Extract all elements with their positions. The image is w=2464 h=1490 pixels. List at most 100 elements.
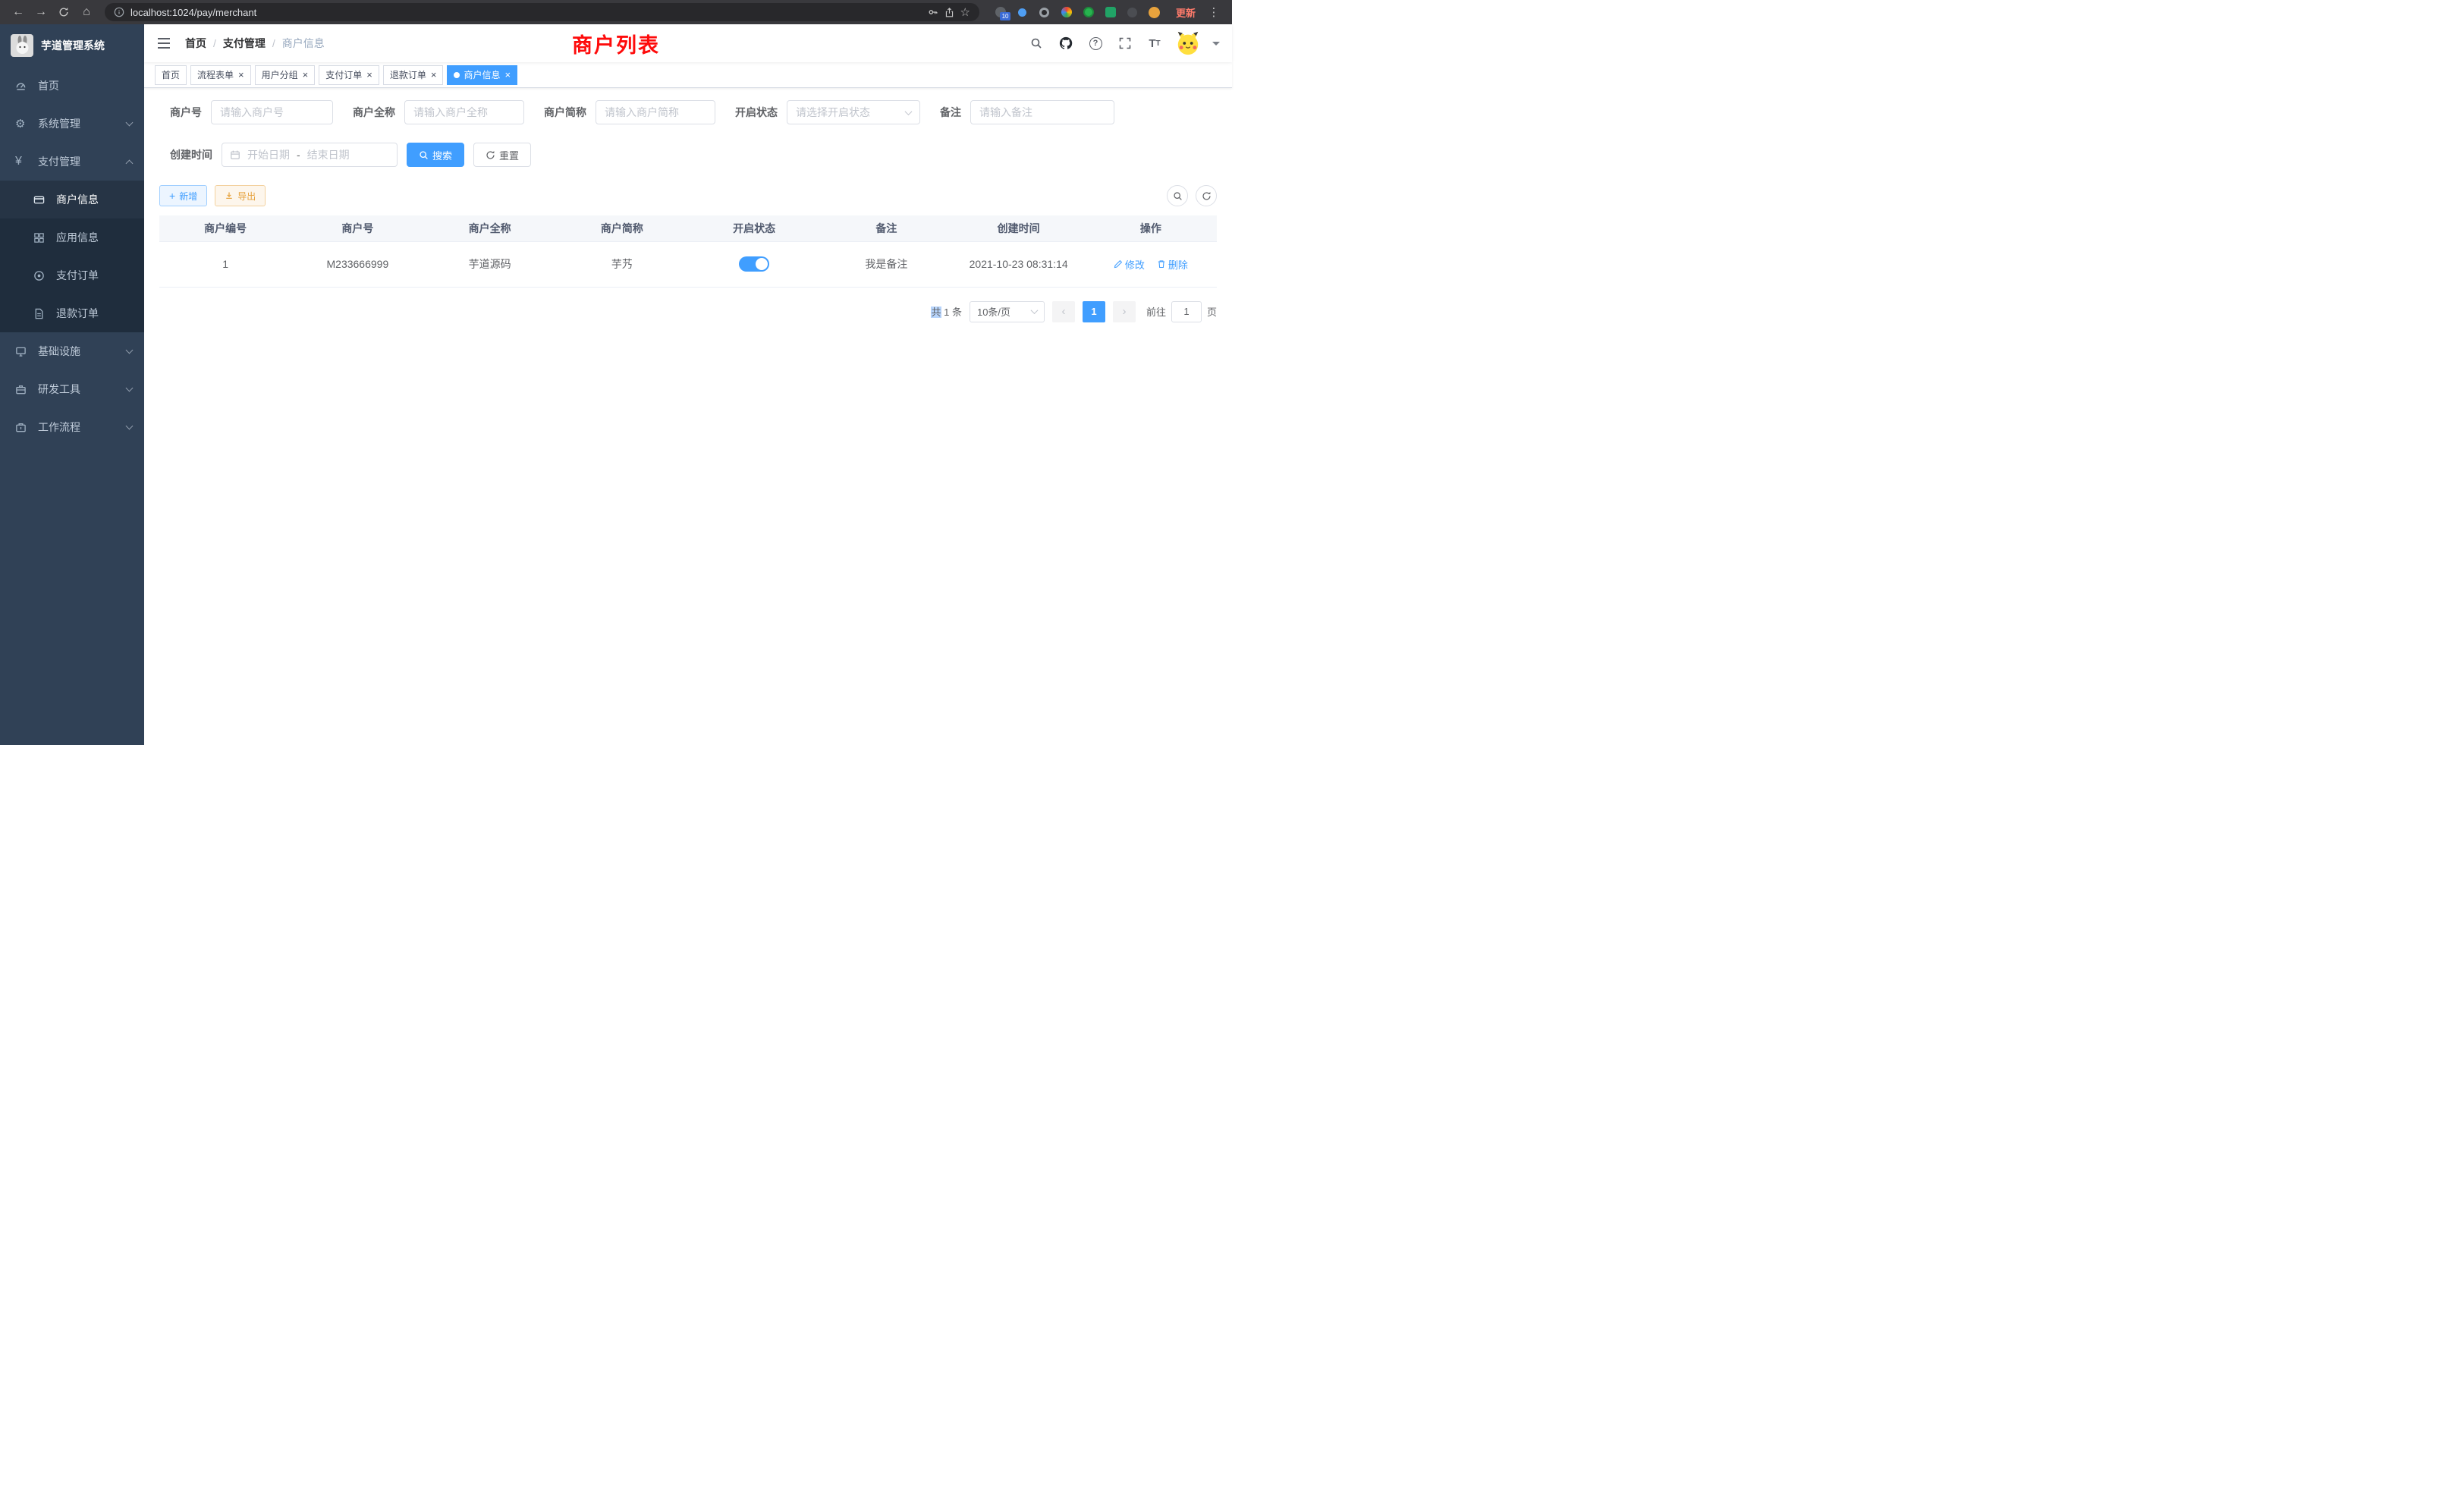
sidebar-item-refund-order[interactable]: 退款订单	[0, 294, 144, 332]
cell-merchant-no: M233666999	[291, 241, 423, 287]
sidebar-item-merchant-info[interactable]: 商户信息	[0, 181, 144, 218]
search-button[interactable]: 搜索	[407, 143, 464, 167]
goto-page-input[interactable]	[1171, 301, 1202, 322]
page-number-button[interactable]: 1	[1083, 301, 1105, 322]
sidebar-item-dev-tools[interactable]: 研发工具	[0, 370, 144, 408]
search-icon[interactable]	[1027, 34, 1045, 52]
home-icon[interactable]: ⌂	[76, 2, 97, 23]
password-key-icon[interactable]	[928, 7, 938, 17]
app-logo[interactable]: 芋道管理系统	[0, 24, 144, 67]
sidebar-item-infrastructure[interactable]: 基础设施	[0, 332, 144, 370]
extension-icon-4[interactable]	[1061, 6, 1073, 18]
hamburger-icon[interactable]	[156, 36, 171, 50]
sidebar-item-pay[interactable]: ¥ 支付管理	[0, 143, 144, 181]
pagination-total-highlight: 共	[931, 306, 941, 318]
full-name-input[interactable]	[404, 100, 524, 124]
sidebar-item-label: 首页	[38, 78, 59, 93]
column-header: 商户编号	[159, 215, 291, 241]
extension-icon-1[interactable]: 10	[995, 6, 1007, 18]
github-icon[interactable]	[1057, 34, 1075, 52]
breadcrumb-separator: /	[213, 37, 216, 49]
user-menu-caret-icon[interactable]	[1212, 42, 1220, 49]
sidebar-item-home[interactable]: 首页	[0, 67, 144, 105]
close-icon[interactable]: ×	[303, 70, 309, 80]
cell-id: 1	[159, 241, 291, 287]
chevron-down-icon	[905, 108, 913, 115]
user-avatar[interactable]	[1175, 30, 1201, 56]
date-range-picker[interactable]: 开始日期 - 结束日期	[222, 143, 398, 167]
edit-button[interactable]: 修改	[1114, 257, 1145, 272]
column-header: 创建时间	[953, 215, 1085, 241]
browser-update-button[interactable]: 更新	[1176, 5, 1196, 20]
sidebar-submenu-pay: 商户信息 应用信息 支付订单	[0, 181, 144, 332]
cell-full-name: 芋道源码	[424, 241, 556, 287]
sidebar-item-system[interactable]: ⚙ 系统管理	[0, 105, 144, 143]
chevron-up-icon	[126, 159, 134, 167]
tags-view: 首页 流程表单 × 用户分组× 支付订单× 退款订单 × 商户信息×	[144, 62, 1232, 88]
short-name-input[interactable]	[596, 100, 715, 124]
bookmark-star-icon[interactable]: ☆	[960, 5, 970, 19]
close-icon[interactable]: ×	[238, 70, 244, 80]
tab-merchant-info[interactable]: 商户信息×	[447, 65, 517, 85]
tab-home[interactable]: 首页	[155, 65, 187, 85]
sidebar-item-label: 退款订单	[56, 306, 99, 321]
sidebar-item-pay-order[interactable]: 支付订单	[0, 256, 144, 294]
sidebar-item-workflow[interactable]: 工作流程	[0, 408, 144, 446]
reset-button[interactable]: 重置	[473, 143, 531, 167]
close-icon[interactable]: ×	[504, 70, 511, 80]
bank-card-icon	[33, 194, 52, 206]
merchant-no-input[interactable]	[211, 100, 333, 124]
chevron-down-icon	[126, 119, 134, 127]
column-header: 开启状态	[688, 215, 820, 241]
remark-input[interactable]	[970, 100, 1114, 124]
site-info-icon[interactable]	[114, 7, 124, 17]
sidebar-item-label: 商户信息	[56, 192, 99, 207]
monitor-icon	[15, 346, 33, 357]
pagination-total-rest: 1 条	[941, 306, 962, 318]
back-icon[interactable]: ←	[8, 2, 29, 23]
extension-icon-8[interactable]	[1149, 6, 1161, 18]
column-header: 商户全称	[424, 215, 556, 241]
export-button[interactable]: 导出	[215, 185, 266, 206]
reload-icon[interactable]	[53, 2, 74, 23]
fullscreen-icon[interactable]	[1116, 34, 1134, 52]
close-icon[interactable]: ×	[431, 70, 437, 80]
extension-icon-2[interactable]	[1017, 6, 1029, 18]
breadcrumb: 首页 / 支付管理 / 商户信息	[185, 36, 325, 51]
breadcrumb-section[interactable]: 支付管理	[223, 36, 266, 51]
help-icon[interactable]: ?	[1086, 34, 1105, 52]
extension-icon-5[interactable]	[1083, 6, 1095, 18]
status-select[interactable]: 请选择开启状态	[787, 100, 920, 124]
tab-process-form[interactable]: 流程表单 ×	[190, 65, 251, 85]
refresh-button[interactable]	[1196, 185, 1217, 206]
close-icon[interactable]: ×	[366, 70, 372, 80]
extension-icon-7[interactable]	[1127, 6, 1139, 18]
delete-button[interactable]: 删除	[1157, 257, 1188, 272]
sidebar-item-app-info[interactable]: 应用信息	[0, 218, 144, 256]
extension-icon-3[interactable]	[1039, 6, 1051, 18]
tab-user-group[interactable]: 用户分组×	[255, 65, 316, 85]
next-page-button[interactable]: ›	[1113, 301, 1136, 322]
pagination-jumper: 前往 页	[1146, 301, 1217, 322]
tab-label: 流程表单	[197, 68, 234, 81]
toggle-search-button[interactable]	[1167, 185, 1188, 206]
url-bar[interactable]: localhost:1024/pay/merchant ☆	[105, 3, 979, 21]
tab-refund-order[interactable]: 退款订单 ×	[383, 65, 444, 85]
add-button[interactable]: + 新增	[159, 185, 207, 206]
cell-remark: 我是备注	[820, 241, 952, 287]
font-size-icon[interactable]: TT	[1146, 34, 1164, 52]
page-size-select[interactable]: 10条/页	[970, 301, 1045, 322]
prev-page-button[interactable]: ‹	[1052, 301, 1075, 322]
download-icon	[225, 191, 234, 200]
share-icon[interactable]	[944, 8, 954, 17]
filter-form-row-2: 创建时间 开始日期 - 结束日期 搜索 重置	[159, 143, 1217, 167]
breadcrumb-current: 商户信息	[282, 36, 325, 51]
forward-icon[interactable]: →	[30, 2, 52, 23]
browser-menu-icon[interactable]: ⋮	[1203, 2, 1224, 23]
status-toggle[interactable]	[739, 256, 769, 272]
breadcrumb-home[interactable]: 首页	[185, 36, 206, 51]
tab-pay-order[interactable]: 支付订单×	[319, 65, 379, 85]
tab-label: 退款订单	[390, 68, 426, 81]
date-separator: -	[297, 149, 300, 161]
extension-icon-6[interactable]	[1105, 6, 1117, 18]
